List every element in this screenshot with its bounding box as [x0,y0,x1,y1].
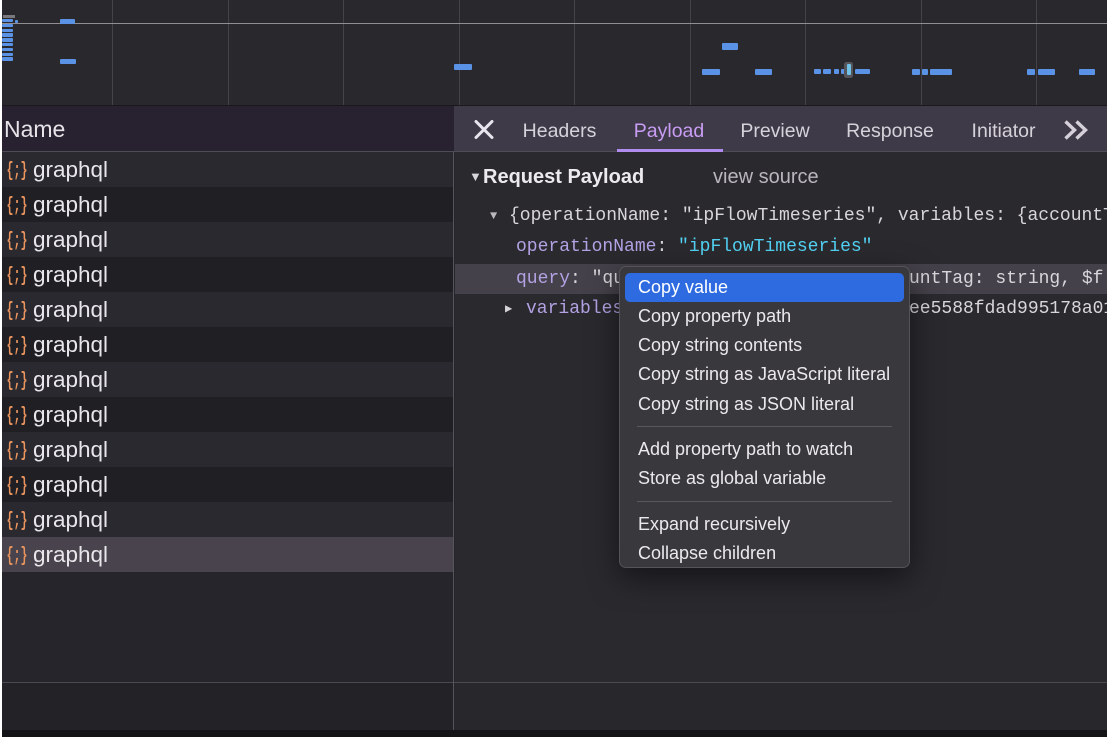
svg-text:{;}: {;} [7,510,28,531]
svg-text:{;}: {;} [7,230,28,251]
svg-text:{;}: {;} [7,160,28,181]
svg-text:{;}: {;} [7,335,28,356]
svg-text:{;}: {;} [7,265,28,286]
svg-text:{;}: {;} [7,370,28,391]
svg-text:{;}: {;} [7,440,28,461]
svg-text:{;}: {;} [7,195,28,216]
svg-text:{;}: {;} [7,475,28,496]
svg-text:{;}: {;} [7,545,28,566]
svg-text:{;}: {;} [7,300,28,321]
svg-text:{;}: {;} [7,405,28,426]
